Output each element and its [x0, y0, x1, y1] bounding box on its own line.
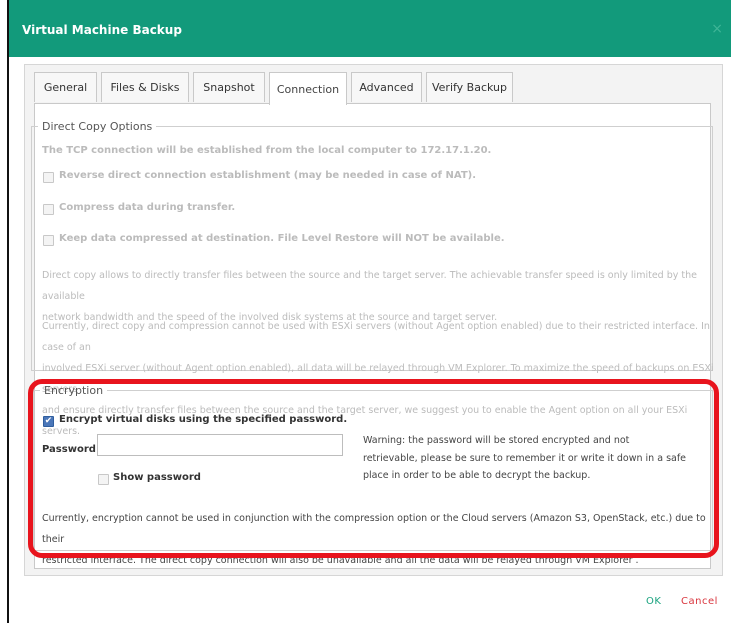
tab-files-disks[interactable]: Files & Disks: [101, 72, 189, 102]
direct-copy-legend: Direct Copy Options: [42, 120, 153, 133]
reverse-connection-label: Reverse direct connection establishment …: [59, 170, 477, 181]
password-warning: Warning: the password will be stored enc…: [363, 432, 693, 485]
tcp-connection-info: The TCP connection will be established f…: [42, 145, 492, 156]
esxi-restriction-line: Currently, direct copy and compression c…: [42, 321, 710, 353]
left-strip: [0, 0, 9, 623]
password-label: Password: [42, 444, 96, 455]
keep-compressed-checkbox[interactable]: [43, 235, 54, 246]
encryption-restriction-line: restricted interface. The direct copy co…: [42, 555, 639, 566]
encrypt-disks-checkbox[interactable]: ✔: [43, 416, 54, 427]
compress-transfer-label: Compress data during transfer.: [59, 202, 236, 213]
keep-compressed-label: Keep data compressed at destination. Fil…: [59, 233, 505, 244]
tab-snapshot[interactable]: Snapshot: [193, 72, 265, 102]
cancel-button[interactable]: Cancel: [681, 596, 718, 607]
reverse-connection-checkbox[interactable]: [43, 172, 54, 183]
close-icon[interactable]: ×: [711, 22, 723, 36]
encryption-restriction-note: Currently, encryption cannot be used in …: [42, 508, 718, 571]
tab-advanced[interactable]: Advanced: [351, 72, 422, 102]
ok-button[interactable]: OK: [646, 596, 661, 607]
tab-verify-backup[interactable]: Verify Backup: [426, 72, 513, 102]
direct-copy-description-line: Direct copy allows to directly transfer …: [42, 270, 697, 302]
backup-dialog: Virtual Machine Backup × General Files &…: [9, 0, 731, 623]
password-input[interactable]: [97, 434, 343, 456]
title-bar: Virtual Machine Backup ×: [9, 0, 731, 57]
dialog-title: Virtual Machine Backup: [22, 23, 182, 37]
password-warning-line: Warning: the password will be stored enc…: [363, 435, 630, 446]
encryption-restriction-line: Currently, encryption cannot be used in …: [42, 513, 706, 545]
tab-general[interactable]: General: [34, 72, 97, 102]
encrypt-disks-label: Encrypt virtual disks using the specifie…: [59, 414, 348, 425]
show-password-checkbox[interactable]: [98, 474, 109, 485]
encryption-legend: Encryption: [44, 384, 104, 397]
password-warning-line: retrievable, please be sure to remember …: [363, 452, 687, 464]
compress-transfer-checkbox[interactable]: [43, 204, 54, 215]
tab-connection[interactable]: Connection: [269, 72, 347, 105]
password-warning-line: place in order to be able to decrypt the…: [363, 470, 591, 481]
show-password-label: Show password: [113, 472, 201, 483]
